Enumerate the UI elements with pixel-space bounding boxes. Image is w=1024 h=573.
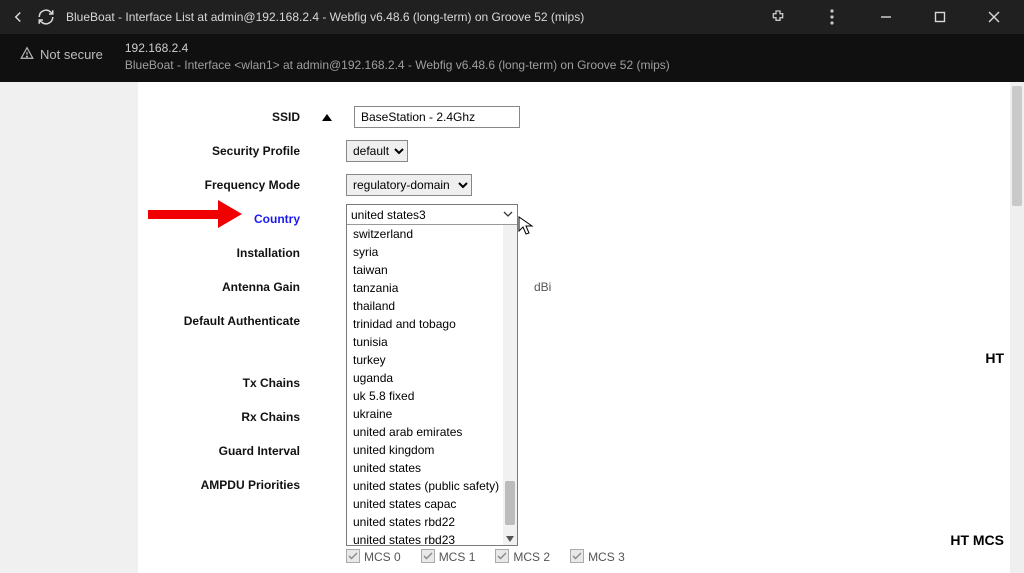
form-scrollarea: SSID Security Profile default Frequency … bbox=[138, 82, 1018, 573]
country-option[interactable]: tanzania bbox=[347, 279, 517, 297]
security-profile-select[interactable]: default bbox=[346, 140, 408, 162]
antenna-gain-label: Antenna Gain bbox=[138, 280, 308, 294]
row-ampdu-priorities: AMPDU Priorities bbox=[138, 468, 1018, 502]
page-subtitle: BlueBoat - Interface <wlan1> at admin@19… bbox=[125, 57, 670, 74]
warning-icon bbox=[20, 46, 34, 63]
default-authenticate-label: Default Authenticate bbox=[138, 314, 308, 328]
country-option[interactable]: united arab emirates bbox=[347, 423, 517, 441]
ssid-label: SSID bbox=[138, 110, 308, 124]
row-antenna-gain: Antenna Gain dBi bbox=[138, 270, 1018, 304]
url-host: 192.168.2.4 bbox=[125, 40, 670, 57]
ssid-input[interactable] bbox=[354, 106, 520, 128]
country-option[interactable]: united states capac bbox=[347, 495, 517, 513]
country-selected-text: united states3 bbox=[351, 208, 426, 222]
country-option[interactable]: taiwan bbox=[347, 261, 517, 279]
ht-section-label: HT bbox=[985, 350, 1004, 366]
chevron-down-icon bbox=[503, 208, 513, 222]
frequency-mode-select[interactable]: regulatory-domain bbox=[346, 174, 472, 196]
row-installation: Installation bbox=[138, 236, 1018, 270]
row-rx-chains: Rx Chains bbox=[138, 400, 1018, 434]
close-button[interactable] bbox=[976, 3, 1012, 31]
minimize-button[interactable] bbox=[868, 3, 904, 31]
mcs3-label: MCS 3 bbox=[588, 550, 625, 564]
row-tx-chains: Tx Chains bbox=[138, 366, 1018, 400]
address-bar: Not secure 192.168.2.4 BlueBoat - Interf… bbox=[0, 34, 1024, 82]
country-option[interactable]: switzerland bbox=[347, 225, 517, 243]
security-profile-label: Security Profile bbox=[138, 144, 308, 158]
country-dropdown[interactable]: united states3 switzerlandsyriataiwantan… bbox=[346, 204, 518, 546]
country-option[interactable]: uganda bbox=[347, 369, 517, 387]
ht-mcs-section-label: HT MCS bbox=[950, 532, 1004, 548]
row-frequency-mode: Frequency Mode regulatory-domain bbox=[138, 168, 1018, 202]
chevron-down-icon[interactable] bbox=[506, 536, 514, 542]
country-option[interactable]: united states (public safety) bbox=[347, 477, 517, 495]
tx-chains-label: Tx Chains bbox=[138, 376, 308, 390]
page-scrollbar-thumb[interactable] bbox=[1012, 86, 1022, 206]
mcs2-label: MCS 2 bbox=[513, 550, 550, 564]
annotation-arrow bbox=[148, 200, 242, 228]
collapse-toggle-icon[interactable] bbox=[322, 114, 332, 121]
left-sidebar-placeholder bbox=[0, 82, 138, 573]
antenna-gain-unit: dBi bbox=[534, 280, 551, 294]
window-titlebar: BlueBoat - Interface List at admin@192.1… bbox=[0, 0, 1024, 34]
mcs1-label: MCS 1 bbox=[439, 550, 476, 564]
dropdown-scrollbar[interactable] bbox=[503, 225, 517, 545]
country-option[interactable]: tunisia bbox=[347, 333, 517, 351]
country-option[interactable]: ukraine bbox=[347, 405, 517, 423]
row-security-profile: Security Profile default bbox=[138, 134, 1018, 168]
page-scrollbar[interactable] bbox=[1010, 82, 1024, 573]
not-secure-label: Not secure bbox=[40, 47, 103, 62]
window-title: BlueBoat - Interface List at admin@192.1… bbox=[60, 10, 760, 24]
rx-chains-label: Rx Chains bbox=[138, 410, 308, 424]
country-option[interactable]: thailand bbox=[347, 297, 517, 315]
installation-label: Installation bbox=[138, 246, 308, 260]
country-dropdown-selected[interactable]: united states3 bbox=[347, 205, 517, 225]
mcs1-checkbox[interactable] bbox=[421, 549, 435, 563]
country-option[interactable]: united states rbd23 bbox=[347, 531, 517, 545]
country-option[interactable]: united states rbd22 bbox=[347, 513, 517, 531]
dropdown-scrollbar-thumb[interactable] bbox=[505, 481, 515, 525]
maximize-button[interactable] bbox=[922, 3, 958, 31]
row-default-authenticate: Default Authenticate bbox=[138, 304, 1018, 338]
row-ssid: SSID bbox=[138, 100, 1018, 134]
mcs0-checkbox[interactable] bbox=[346, 549, 360, 563]
frequency-mode-label: Frequency Mode bbox=[138, 178, 308, 192]
mcs3-checkbox[interactable] bbox=[570, 549, 584, 563]
ampdu-priorities-label: AMPDU Priorities bbox=[138, 478, 308, 492]
row-guard-interval: Guard Interval bbox=[138, 434, 1018, 468]
country-option[interactable]: uk 5.8 fixed bbox=[347, 387, 517, 405]
extensions-icon[interactable] bbox=[760, 3, 796, 31]
row-country: Country bbox=[138, 202, 1018, 236]
country-option[interactable]: united states bbox=[347, 459, 517, 477]
country-dropdown-list[interactable]: switzerlandsyriataiwantanzaniathailandtr… bbox=[347, 225, 517, 545]
more-menu-icon[interactable] bbox=[814, 3, 850, 31]
titlebar-right-controls bbox=[760, 3, 1020, 31]
refresh-button[interactable] bbox=[32, 3, 60, 31]
mcs-row: MCS 0 MCS 1 MCS 2 MCS 3 bbox=[346, 549, 625, 564]
country-option[interactable]: syria bbox=[347, 243, 517, 261]
guard-interval-label: Guard Interval bbox=[138, 444, 308, 458]
not-secure-indicator[interactable]: Not secure bbox=[20, 40, 103, 63]
mouse-cursor-icon bbox=[518, 216, 534, 241]
country-option[interactable]: trinidad and tobago bbox=[347, 315, 517, 333]
back-button[interactable] bbox=[4, 3, 32, 31]
mcs0-label: MCS 0 bbox=[364, 550, 401, 564]
mcs2-checkbox[interactable] bbox=[495, 549, 509, 563]
country-option[interactable]: turkey bbox=[347, 351, 517, 369]
country-option[interactable]: united kingdom bbox=[347, 441, 517, 459]
